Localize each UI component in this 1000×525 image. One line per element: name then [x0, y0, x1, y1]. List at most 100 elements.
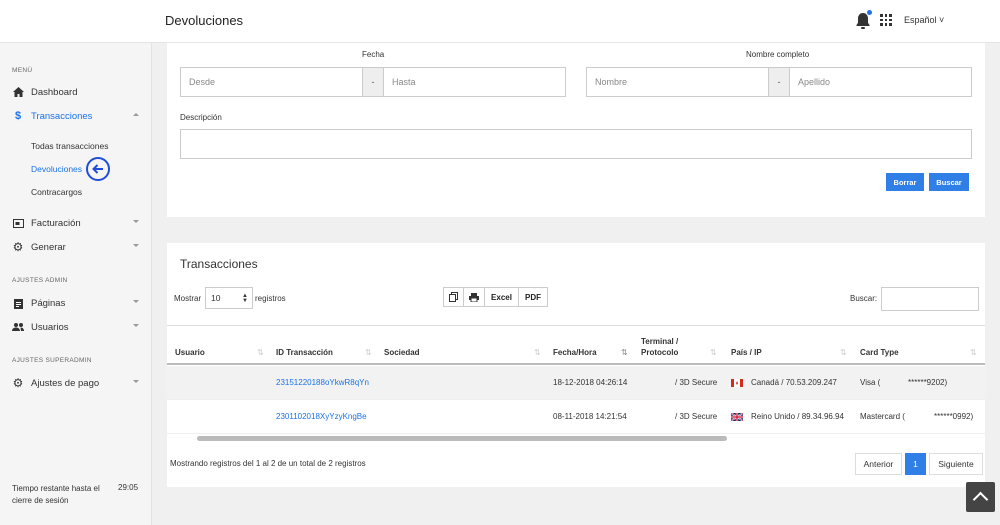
pdf-button[interactable]: PDF	[518, 287, 548, 307]
cell-card-type: Mastercard (	[860, 412, 905, 421]
clipboard-icon	[12, 297, 24, 309]
copy-button[interactable]	[443, 287, 464, 307]
dollar-icon: $	[14, 110, 22, 122]
sidebar-subitem-todas[interactable]: Todas transacciones	[31, 141, 109, 151]
nombre-input[interactable]: Nombre	[586, 67, 769, 97]
chevron-up-icon	[133, 113, 139, 116]
sidebar-subitem-devoluciones[interactable]: Devoluciones	[31, 164, 82, 174]
chevron-down-icon	[133, 220, 139, 223]
cell-id-link[interactable]: 23151220188oYkwR8qYn	[276, 378, 369, 387]
cell-terminal: / 3D Secure	[675, 412, 718, 421]
gear-icon: ⚙	[12, 376, 24, 390]
sidebar-item-label: Dashboard	[31, 86, 78, 98]
sidebar-item-label: Facturación	[31, 217, 81, 229]
chevron-down-icon	[133, 300, 139, 303]
sort-desc-icon: ⇅	[621, 348, 628, 357]
cell-card-number: ******9202)	[908, 378, 948, 387]
apps-grid-icon[interactable]	[880, 14, 892, 26]
borrar-button[interactable]: Borrar	[886, 173, 924, 191]
date-separator: -	[363, 67, 383, 97]
sort-icon: ⇅	[970, 348, 977, 357]
copy-icon	[449, 292, 458, 302]
column-header-usuario[interactable]: Usuario	[175, 347, 205, 358]
sidebar-item-generar[interactable]: ⚙ Generar	[0, 237, 151, 257]
sidebar-subitem-contracargos[interactable]: Contracargos	[31, 187, 82, 197]
sidebar-item-label: Usuarios	[31, 321, 69, 333]
cell-pais: Canadá / 70.53.209.247	[751, 378, 837, 387]
sidebar-item-ajustes-pago[interactable]: ⚙ Ajustes de pago	[0, 373, 151, 393]
descripcion-label: Descripción	[180, 113, 222, 122]
notification-bell-icon[interactable]	[855, 10, 872, 30]
column-header-id[interactable]: ID Transacción	[276, 347, 333, 358]
column-header-terminal[interactable]: Terminal / Protocolo	[641, 336, 691, 358]
home-icon	[12, 86, 24, 98]
column-header-sociedad[interactable]: Sociedad	[384, 347, 420, 358]
print-icon	[469, 292, 479, 302]
scroll-to-top-button[interactable]	[966, 482, 995, 512]
sidebar-item-label: Ajustes de pago	[31, 377, 100, 389]
sidebar-item-dashboard[interactable]: Dashboard	[0, 82, 151, 102]
cell-card-number: ******0992)	[934, 412, 974, 421]
page-title: Devoluciones	[165, 13, 244, 28]
hasta-input[interactable]: Hasta	[383, 67, 566, 97]
uk-flag-icon	[731, 413, 743, 421]
superadmin-heading: AJUSTES SUPERADMIN	[12, 357, 92, 364]
apellido-input[interactable]: Apellido	[789, 67, 972, 97]
sort-icon: ⇅	[710, 348, 717, 357]
cell-card-type: Visa (	[860, 378, 881, 387]
sidebar-item-label: Generar	[31, 241, 66, 253]
table-search-input[interactable]	[881, 287, 979, 311]
sidebar-item-facturacion[interactable]: Facturación	[0, 213, 151, 233]
excel-button[interactable]: Excel	[484, 287, 519, 307]
sort-caret-icon: ▲ ▼	[242, 293, 248, 304]
table-row[interactable]: 23151220188oYkwR8qYn 18-12-2018 04:26:14…	[167, 366, 985, 400]
column-header-card-type[interactable]: Card Type	[860, 347, 899, 358]
menu-heading: MENÚ	[12, 67, 33, 74]
cell-fecha: 18-12-2018 04:26:14	[553, 378, 628, 387]
column-header-pais[interactable]: País / IP	[731, 347, 762, 358]
fecha-label: Fecha	[362, 50, 385, 59]
session-time: 29:05	[118, 483, 139, 492]
cell-terminal: / 3D Secure	[675, 378, 718, 387]
sidebar-item-label: Páginas	[31, 297, 66, 309]
descripcion-input[interactable]	[180, 129, 972, 159]
sort-icon: ⇅	[257, 348, 264, 357]
sort-icon: ⇅	[534, 348, 541, 357]
anterior-button[interactable]: Anterior	[855, 453, 902, 475]
language-label: Español	[904, 15, 937, 25]
admin-heading: AJUSTES ADMIN	[12, 277, 68, 284]
column-header-fecha[interactable]: Fecha/Hora	[553, 347, 597, 358]
buscar-label: Buscar:	[850, 294, 878, 303]
cell-pais: Reino Unido / 89.34.96.94	[751, 412, 844, 421]
buscar-button[interactable]: Buscar	[929, 173, 969, 191]
sort-icon: ⇅	[365, 348, 372, 357]
language-selector[interactable]: Español ˅	[904, 15, 944, 25]
registros-label: registros	[255, 294, 286, 303]
sidebar-item-paginas[interactable]: Páginas	[0, 293, 151, 313]
mostrar-label: Mostrar	[174, 294, 202, 303]
page-size-select[interactable]: 10 ▲ ▼	[205, 287, 253, 309]
desde-input[interactable]: Desde	[180, 67, 363, 97]
invoice-icon	[12, 217, 24, 229]
page-1-button[interactable]: 1	[905, 453, 926, 475]
transactions-card: Transacciones Mostrar 10 ▲ ▼ registros Ex…	[167, 243, 985, 487]
sort-icon: ⇅	[840, 348, 847, 357]
cell-fecha: 08-11-2018 14:21:54	[553, 412, 627, 421]
gear-icon: ⚙	[12, 240, 24, 254]
chevron-down-icon	[133, 324, 139, 327]
notification-dot	[867, 10, 872, 15]
page-size-value: 10	[211, 293, 221, 303]
horizontal-scrollbar[interactable]	[197, 436, 727, 441]
print-button[interactable]	[463, 287, 485, 307]
users-icon	[12, 321, 24, 333]
table-info: Mostrando registros del 1 al 2 de un tot…	[170, 459, 366, 468]
table-row[interactable]: 2301102018XyYzyKngBe 08-11-2018 14:21:54…	[167, 400, 985, 434]
sidebar-item-usuarios[interactable]: Usuarios	[0, 317, 151, 337]
canada-flag-icon	[731, 379, 743, 387]
siguiente-button[interactable]: Siguiente	[929, 453, 983, 475]
card-title: Transacciones	[180, 257, 258, 271]
cell-id-link[interactable]: 2301102018XyYzyKngBe	[276, 412, 367, 421]
nombre-completo-label: Nombre completo	[746, 50, 810, 59]
name-separator: -	[769, 67, 789, 97]
sidebar-item-transacciones[interactable]: $ Transacciones	[0, 106, 151, 126]
